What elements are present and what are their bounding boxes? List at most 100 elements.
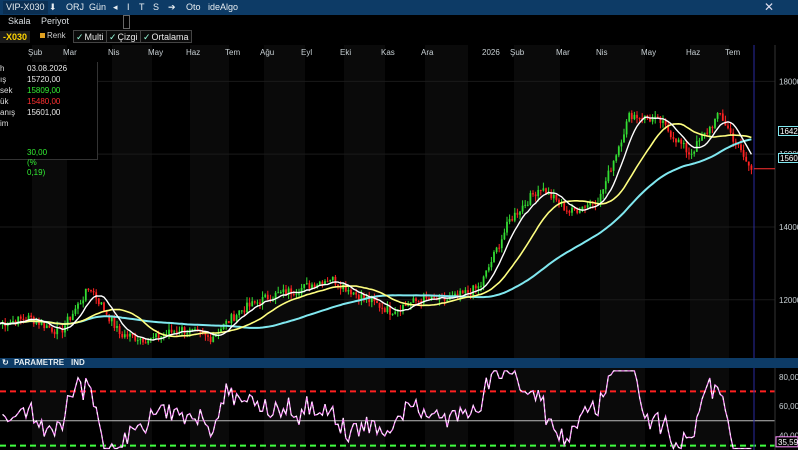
price-chart[interactable]: Şub Mar Nis May Haz Tem Ağu Eyl Eki Kas Ara 2026 Şub…: [0, 45, 798, 358]
x-tick-label: Kas: [381, 48, 395, 57]
month-band: [425, 45, 468, 358]
s-button[interactable]: S: [153, 1, 159, 14]
candle-body: [662, 120, 664, 123]
candle-body: [620, 142, 623, 147]
indicator-title[interactable]: PARAMETRE: [14, 358, 64, 368]
candle-body: [461, 290, 464, 294]
month-band: [0, 368, 32, 450]
candle-body: [92, 291, 95, 293]
chart-symbol-label: -X030: [0, 31, 31, 43]
candle-body: [90, 289, 92, 292]
oto-button[interactable]: Oto: [186, 1, 201, 14]
candle-body: [129, 333, 131, 337]
ortalama-label: Ortalama: [151, 32, 189, 42]
candle-body: [97, 298, 100, 305]
candle-body: [279, 291, 282, 293]
candle-body: [526, 204, 529, 206]
candle-body: [407, 305, 410, 307]
candle-body: [246, 302, 248, 313]
candle-body: [698, 140, 701, 142]
refresh-icon[interactable]: ↻: [2, 358, 9, 368]
month-band: [344, 45, 385, 358]
candle-body: [482, 276, 485, 286]
candle-body: [477, 286, 480, 289]
symbol-title[interactable]: VIP-X030: [3, 1, 48, 14]
candle-body: [516, 212, 519, 215]
periyot-menu[interactable]: Periyot: [41, 16, 69, 26]
x-tick-label: Ağu: [260, 48, 274, 57]
candle-body: [298, 293, 300, 295]
candle-body: [747, 161, 750, 166]
candle-body: [118, 325, 121, 334]
candle-body: [350, 290, 352, 295]
candle-body: [716, 112, 719, 119]
indicator-header: ↻ PARAMETRE IND: [0, 358, 798, 368]
candle-body: [500, 239, 503, 249]
candle-body: [493, 251, 495, 262]
candle-body: [511, 219, 514, 221]
candle-body: [110, 317, 113, 322]
x-tick-label: 2026: [482, 48, 500, 57]
month-band: [600, 368, 645, 450]
renk-label: Renk: [47, 31, 66, 40]
candle-body: [651, 118, 654, 122]
idealgo-button[interactable]: ideAlgo: [208, 1, 238, 14]
candle-body: [225, 320, 228, 324]
candle-body: [669, 131, 672, 138]
month-band: [190, 368, 229, 450]
orj-button[interactable]: ORJ: [66, 1, 84, 14]
month-band: [305, 45, 344, 358]
y-tick-label: 12000: [779, 296, 798, 305]
candle-body: [630, 113, 633, 120]
candle-body: [680, 139, 683, 144]
info-change: 30,00 (% 0,19): [27, 148, 48, 177]
candle-body: [303, 284, 306, 288]
indicator-chart[interactable]: 80,0060,0040,0035,59: [0, 368, 798, 450]
candle-body: [376, 301, 378, 304]
left-arrow-icon[interactable]: ◂: [113, 1, 118, 14]
candle-body: [139, 338, 142, 341]
candle-body: [123, 334, 126, 338]
skala-menu[interactable]: Skala: [8, 16, 31, 26]
candle-body: [253, 301, 256, 303]
period-button[interactable]: Gün: [89, 1, 106, 14]
candle-body: [719, 112, 722, 114]
candle-body: [212, 336, 215, 342]
candle-body: [277, 292, 280, 294]
candle-body: [116, 325, 118, 328]
i-button[interactable]: I: [127, 1, 130, 14]
cizgi-toggle[interactable]: ✓Çizgi: [106, 30, 141, 43]
t-button[interactable]: T: [139, 1, 145, 14]
candle-body: [142, 338, 144, 343]
candle-body: [305, 283, 308, 285]
download-icon[interactable]: ⬇: [49, 1, 57, 14]
candle-body: [243, 310, 246, 313]
x-tick-label: Haz: [186, 48, 200, 57]
candle-body: [708, 126, 711, 134]
candle-body: [71, 313, 74, 320]
y-tick-label: 18000: [779, 77, 798, 86]
candle-body: [326, 281, 329, 283]
candle-body: [472, 285, 475, 296]
candle-body: [607, 170, 610, 182]
indicator-subtitle[interactable]: IND: [71, 358, 85, 368]
candle-body: [147, 340, 150, 344]
candle-body: [412, 298, 415, 303]
renk-option[interactable]: Renk: [40, 31, 66, 40]
candle-body: [266, 294, 269, 300]
candle-body: [584, 206, 586, 208]
candle-body: [714, 118, 716, 128]
info-value: 15480,00: [27, 97, 61, 106]
multi-toggle[interactable]: ✓Multi: [73, 30, 107, 43]
arrow-right-icon[interactable]: ➔: [168, 1, 176, 14]
menu-box[interactable]: [123, 15, 130, 29]
candle-body: [43, 321, 46, 329]
candle-body: [347, 290, 350, 292]
candle-body: [207, 335, 209, 337]
candle-body: [623, 134, 625, 143]
candle-body: [706, 132, 709, 134]
candle-body: [529, 193, 532, 205]
close-icon[interactable]: ✕: [764, 0, 774, 14]
multi-label: Multi: [84, 32, 104, 42]
ortalama-toggle[interactable]: ✓Ortalama: [140, 30, 192, 43]
